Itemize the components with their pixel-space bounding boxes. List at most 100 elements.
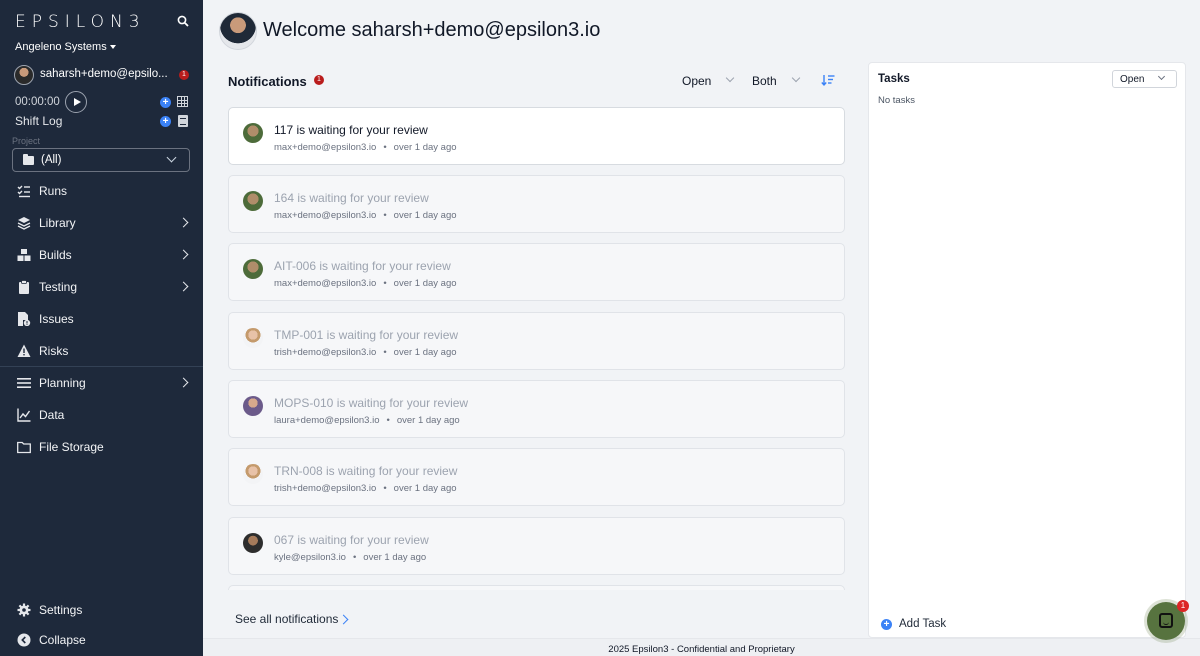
notification-title: TRN-008 is waiting for your review [274, 464, 458, 478]
sidebar-item-label: Builds [39, 248, 72, 262]
add-shift-log-icon[interactable]: + [160, 116, 171, 127]
notification-card[interactable]: MOPS-010 is waiting for your review laur… [228, 380, 845, 438]
sidebar-item-label: Runs [39, 184, 68, 198]
sort-icon[interactable] [821, 74, 835, 87]
user-menu[interactable]: saharsh+demo@epsilo... 1 [14, 65, 194, 85]
app-logo[interactable]: EPSILON3 [15, 12, 146, 32]
timer-value: 00:00:00 [15, 96, 60, 108]
arrow-left-circle-icon [17, 633, 31, 647]
caret-down-icon [109, 45, 116, 50]
avatar [243, 533, 263, 553]
notification-title: AIT-006 is waiting for your review [274, 259, 451, 273]
sidebar-item-label: Testing [39, 280, 78, 294]
see-all-notifications-link[interactable]: See all notifications [235, 612, 338, 626]
sidebar-item-planning[interactable]: Planning [0, 368, 203, 398]
folder-icon [17, 441, 31, 454]
tasks-filter-value: Open [1120, 74, 1145, 85]
notification-time: over 1 day ago [393, 142, 457, 153]
shift-log-label: Shift Log [15, 114, 63, 128]
notification-card[interactable] [228, 585, 845, 590]
gear-icon [17, 603, 31, 617]
notification-card[interactable]: 067 is waiting for your review kyle@epsi… [228, 517, 845, 575]
play-button[interactable] [65, 91, 87, 113]
notification-title: 067 is waiting for your review [274, 533, 429, 547]
separator-dot: • [383, 210, 387, 221]
table-icon[interactable] [177, 96, 188, 107]
chevron-down-icon [1157, 72, 1166, 81]
notification-card[interactable]: TRN-008 is waiting for your review trish… [228, 448, 845, 506]
org-switcher[interactable]: Angeleno Systems [15, 41, 116, 53]
plus-icon: + [881, 619, 892, 630]
avatar [243, 123, 263, 143]
notification-time: over 1 day ago [396, 415, 460, 426]
sidebar-item-label: Risks [39, 344, 69, 358]
tasks-title: Tasks [878, 73, 910, 85]
sidebar-item-label: Library [39, 216, 76, 230]
notification-time: over 1 day ago [393, 278, 457, 289]
notification-email: kyle@epsilon3.io [274, 552, 346, 563]
sidebar-item-builds[interactable]: Builds [0, 240, 203, 270]
warning-icon [17, 344, 31, 357]
separator-dot: • [383, 278, 387, 289]
separator-dot: • [383, 142, 387, 153]
sidebar-item-collapse[interactable]: Collapse [0, 625, 203, 655]
type-filter-select[interactable]: Both [752, 73, 801, 88]
file-alert-icon [18, 312, 31, 326]
org-name: Angeleno Systems [15, 41, 107, 53]
tasks-filter-select[interactable]: Open [1112, 70, 1177, 88]
chat-icon [1159, 613, 1173, 628]
tasks-panel: Tasks Open No tasks + Add Task [868, 62, 1186, 638]
separator-dot: • [352, 552, 357, 563]
notifications-count-badge: 1 [314, 75, 324, 85]
sidebar-item-data[interactable]: Data [0, 400, 203, 430]
sidebar-item-testing[interactable]: Testing [0, 272, 203, 302]
notification-card[interactable]: 164 is waiting for your review max+demo@… [228, 175, 845, 233]
project-label: Project [12, 136, 41, 146]
menu-icon [17, 378, 31, 388]
project-select[interactable]: (All) [12, 148, 190, 172]
sidebar-item-label: Planning [39, 376, 86, 390]
sidebar: EPSILON3 Angeleno Systems saharsh+demo@e… [0, 0, 203, 656]
notification-title: MOPS-010 is waiting for your review [274, 396, 469, 410]
sidebar-item-label: Collapse [39, 633, 86, 647]
chat-button[interactable]: 1 [1147, 600, 1189, 640]
notification-email: max+demo@epsilon3.io [274, 210, 377, 221]
shift-log[interactable]: Shift Log + [15, 113, 190, 129]
document-icon[interactable] [178, 115, 188, 127]
shift-timer: 00:00:00 + [15, 91, 190, 113]
chevron-right-icon [178, 377, 189, 388]
search-icon[interactable] [177, 15, 189, 27]
sidebar-item-label: File Storage [39, 440, 104, 454]
notifications-list: 117 is waiting for your review max+demo@… [228, 106, 846, 590]
main-content: Welcome saharsh+demo@epsilon3.io Notific… [203, 0, 1200, 656]
avatar [14, 65, 34, 85]
sidebar-item-issues[interactable]: Issues [0, 304, 203, 334]
chevron-right-icon [338, 614, 349, 625]
notification-card[interactable]: TMP-001 is waiting for your review trish… [228, 312, 845, 370]
notifications-title: Notifications [228, 74, 307, 89]
footer: 2025 Epsilon3 - Confidential and Proprie… [203, 638, 1200, 656]
avatar [243, 259, 263, 279]
status-filter-select[interactable]: Open [682, 73, 735, 88]
page-title: Welcome saharsh+demo@epsilon3.io [263, 19, 601, 41]
sidebar-item-file-storage[interactable]: File Storage [0, 432, 203, 462]
sidebar-item-runs[interactable]: Runs [0, 176, 203, 206]
separator-dot: • [386, 415, 390, 426]
sidebar-item-label: Issues [39, 312, 74, 326]
avatar [243, 191, 263, 211]
notification-email: trish+demo@epsilon3.io [274, 483, 377, 494]
notification-card[interactable]: 117 is waiting for your review max+demo@… [228, 107, 845, 165]
layers-icon [17, 217, 31, 230]
avatar [219, 12, 257, 50]
notification-email: laura+demo@epsilon3.io [274, 415, 380, 426]
add-timer-icon[interactable]: + [160, 97, 171, 108]
notification-time: over 1 day ago [393, 347, 457, 358]
notification-card[interactable]: AIT-006 is waiting for your review max+d… [228, 243, 845, 301]
separator-dot: • [383, 347, 387, 358]
sidebar-item-library[interactable]: Library [0, 208, 203, 238]
separator-dot: • [383, 483, 387, 494]
sidebar-item-risks[interactable]: Risks [0, 336, 203, 366]
sidebar-item-settings[interactable]: Settings [0, 595, 203, 625]
avatar [243, 464, 263, 484]
line-chart-icon [17, 408, 31, 422]
